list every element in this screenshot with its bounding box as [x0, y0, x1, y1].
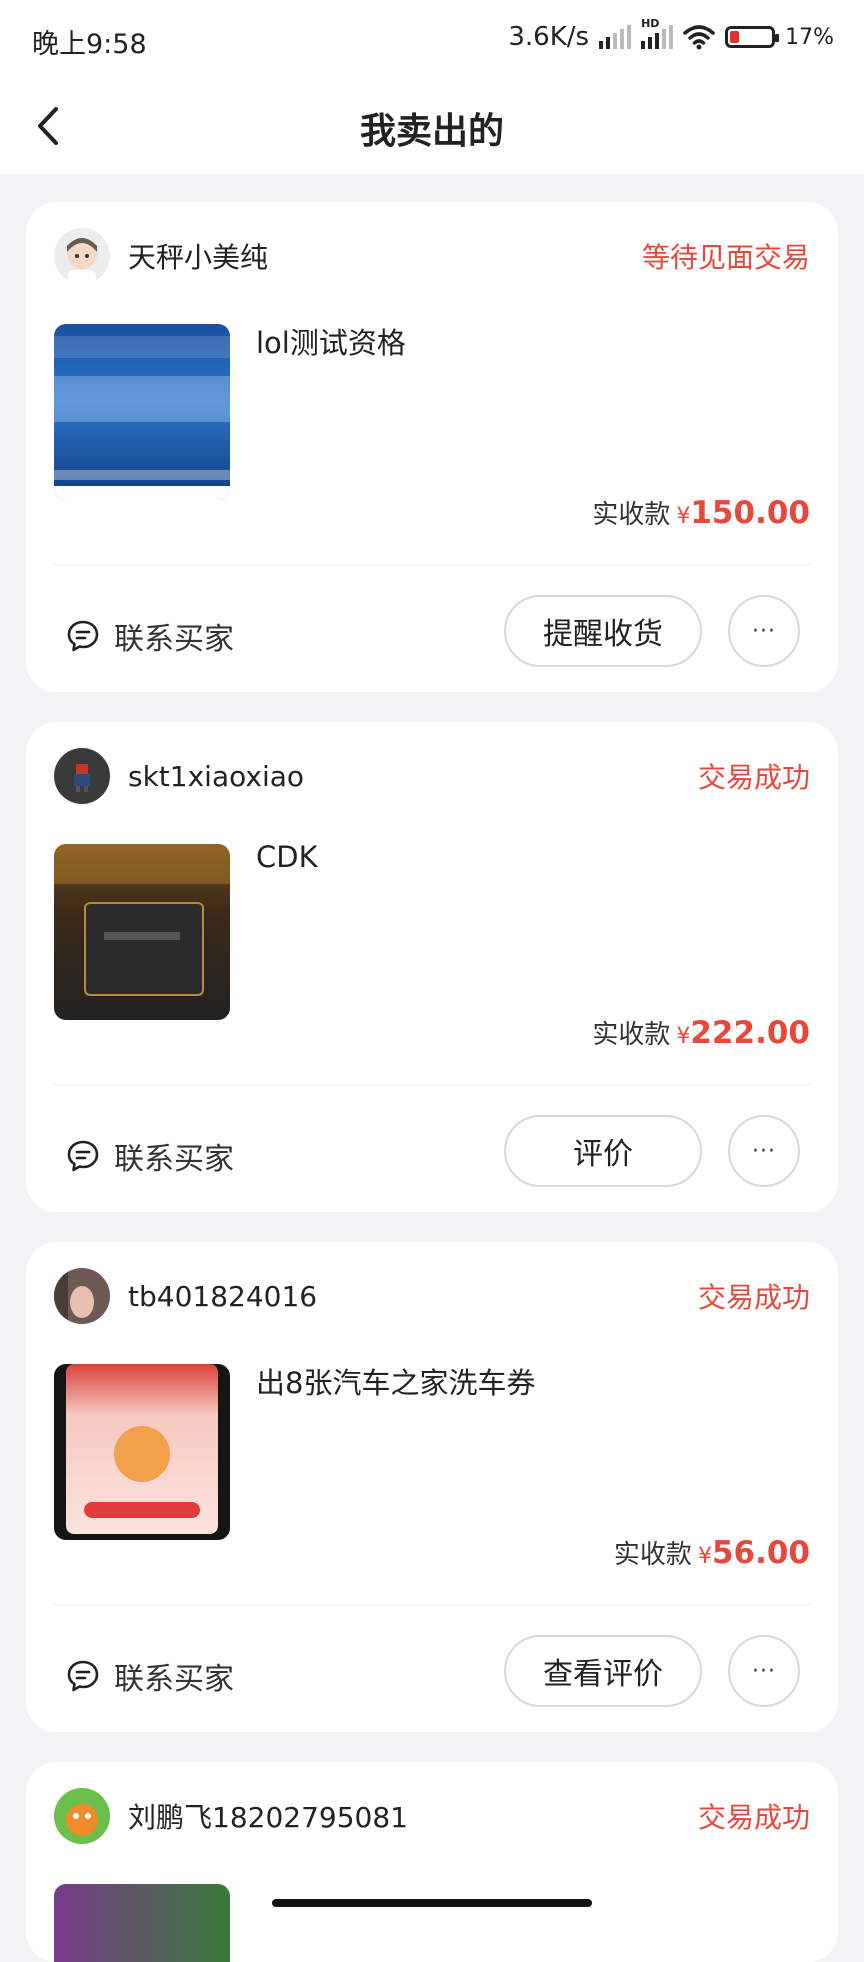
contact-buyer-label: 联系买家 — [114, 622, 234, 657]
received-amount: 实收款 ¥ 56.00 — [614, 1534, 810, 1571]
thumbnail-art — [54, 486, 230, 500]
product-title[interactable]: 出8张汽车之家洗车券 — [256, 1360, 535, 1402]
product-title[interactable]: lol测试资格 — [256, 320, 406, 362]
avatar[interactable] — [54, 1268, 110, 1324]
chat-icon — [67, 1140, 99, 1172]
view-review-button[interactable]: 查看评价 — [504, 1635, 702, 1707]
seller-name[interactable]: skt1xiaoxiao — [128, 760, 698, 793]
order-status: 等待见面交易 — [641, 241, 810, 274]
price-value: 56.00 — [711, 1535, 810, 1571]
avatar[interactable] — [54, 228, 110, 284]
price-label: 实收款 — [592, 500, 671, 530]
received-amount: 实收款 ¥ 222.00 — [592, 1014, 810, 1051]
order-status: 交易成功 — [697, 761, 810, 794]
signal-hd-icon: HD — [641, 17, 674, 49]
thumbnail-art — [54, 336, 230, 358]
product-thumbnail[interactable] — [54, 844, 230, 1020]
product-thumbnail[interactable] — [54, 324, 230, 500]
divider — [54, 1604, 810, 1605]
rate-button[interactable]: 评价 — [504, 1115, 702, 1187]
price-value: 222.00 — [690, 1015, 810, 1051]
contact-buyer-label: 联系买家 — [114, 1662, 234, 1697]
currency-symbol: ¥ — [697, 1544, 712, 1569]
order-header: skt1xiaoxiao 交易成功 — [54, 748, 810, 804]
order-header: 刘鹏飞18202795081 交易成功 — [54, 1788, 810, 1844]
currency-symbol: ¥ — [676, 1024, 691, 1049]
thumbnail-art — [54, 376, 230, 422]
battery-percent: 17% — [785, 24, 834, 50]
seller-name[interactable]: 刘鹏飞18202795081 — [128, 1796, 698, 1836]
nav-bar: 我卖出的 — [0, 78, 864, 174]
thumbnail-art — [114, 1426, 170, 1482]
order-header: 天秤小美纯 等待见面交易 — [54, 228, 810, 284]
order-status: 交易成功 — [697, 1801, 810, 1834]
contact-buyer-button[interactable]: 联系买家 — [66, 614, 234, 658]
avatar[interactable] — [54, 748, 110, 804]
divider — [54, 564, 810, 565]
order-card[interactable]: 刘鹏飞18202795081 交易成功 — [26, 1762, 838, 1962]
divider — [54, 1084, 810, 1085]
network-speed: 3.6K/s — [508, 22, 590, 52]
battery-icon — [725, 26, 780, 48]
page-title: 我卖出的 — [359, 111, 504, 152]
currency-symbol: ¥ — [676, 504, 691, 529]
more-options-button[interactable]: ··· — [728, 1115, 800, 1187]
hd-label: HD — [641, 17, 660, 30]
wifi-icon — [683, 25, 715, 50]
status-bar: 晚上9:58 3.6K/s HD 17% — [0, 0, 864, 78]
more-options-button[interactable]: ··· — [728, 595, 800, 667]
contact-buyer-button[interactable]: 联系买家 — [66, 1654, 234, 1698]
status-indicators: 3.6K/s HD 17% — [508, 17, 834, 52]
avatar[interactable] — [54, 1788, 110, 1844]
seller-name[interactable]: tb401824016 — [128, 1280, 698, 1313]
product-title[interactable]: CDK — [256, 840, 318, 874]
order-card[interactable]: 天秤小美纯 等待见面交易 lol测试资格 实收款 ¥ 150.00 联系买家 提… — [26, 202, 838, 692]
status-time: 晚上9:58 — [32, 29, 147, 60]
order-card[interactable]: tb401824016 交易成功 出8张汽车之家洗车券 实收款 ¥ 56.00 … — [26, 1242, 838, 1732]
signal-icon — [599, 25, 632, 49]
chat-icon — [67, 1660, 99, 1692]
remind-receipt-button[interactable]: 提醒收货 — [504, 595, 702, 667]
contact-buyer-label: 联系买家 — [114, 1142, 234, 1177]
contact-buyer-button[interactable]: 联系买家 — [66, 1134, 234, 1178]
chat-icon — [67, 620, 99, 652]
thumbnail-art — [54, 470, 230, 480]
received-amount: 实收款 ¥ 150.00 — [592, 494, 810, 531]
home-indicator[interactable] — [272, 1899, 592, 1907]
price-label: 实收款 — [592, 1020, 671, 1050]
seller-name[interactable]: 天秤小美纯 — [128, 236, 642, 276]
product-thumbnail[interactable] — [54, 1884, 230, 1962]
thumbnail-art — [84, 902, 204, 996]
order-header: tb401824016 交易成功 — [54, 1268, 810, 1324]
order-card[interactable]: skt1xiaoxiao 交易成功 CDK 实收款 ¥ 222.00 联系买家 … — [26, 722, 838, 1212]
thumbnail-art — [54, 844, 230, 884]
product-thumbnail[interactable] — [54, 1364, 230, 1540]
price-value: 150.00 — [690, 495, 810, 531]
more-options-button[interactable]: ··· — [728, 1635, 800, 1707]
thumbnail-art — [104, 932, 180, 940]
thumbnail-art — [84, 1502, 200, 1518]
order-status: 交易成功 — [697, 1281, 810, 1314]
price-label: 实收款 — [613, 1540, 692, 1570]
